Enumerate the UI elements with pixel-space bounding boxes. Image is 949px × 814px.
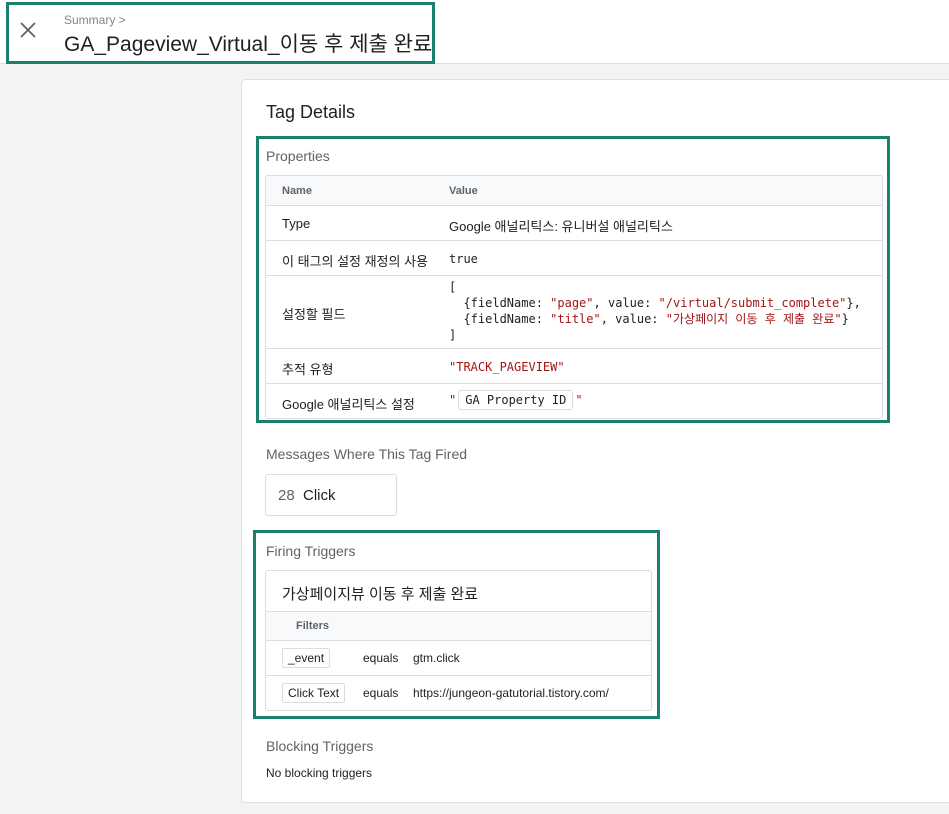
- message-label: Click: [303, 487, 336, 504]
- message-chip[interactable]: 28 Click: [265, 474, 397, 516]
- highlight-box-properties: [256, 136, 890, 423]
- card-title: Tag Details: [266, 102, 356, 122]
- highlight-box-title: [6, 2, 435, 64]
- highlight-box-triggers: [253, 530, 660, 719]
- message-number: 28: [278, 487, 295, 504]
- blocking-triggers-label: Blocking Triggers: [266, 738, 374, 754]
- messages-label: Messages Where This Tag Fired: [266, 446, 468, 462]
- no-blocking-text: No blocking triggers: [266, 766, 373, 780]
